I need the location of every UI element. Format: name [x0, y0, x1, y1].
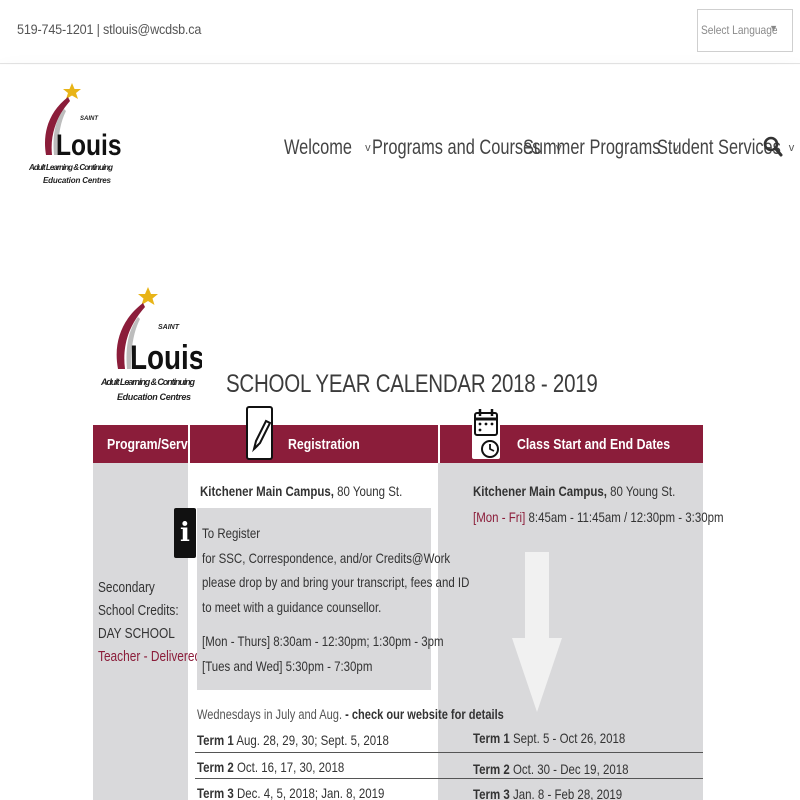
site-logo[interactable]: SAINT Louis Adult Learning & Continuing …	[28, 83, 128, 193]
pencil-icon	[246, 406, 273, 460]
term-dates: Oct. 30 - Dec 19, 2018	[509, 761, 629, 777]
top-bar: 519-745-1201 | stlouis@wcdsb.ca Select L…	[0, 0, 800, 64]
header-class-dates-label: Class Start and End Dates	[517, 436, 671, 453]
service-line-4: Teacher - Delivered	[98, 649, 202, 665]
register-hours-2: [Tues and Wed] 5:30pm - 7:30pm	[202, 657, 373, 674]
logo-tagline-2: Education Centres	[117, 392, 191, 402]
logo-saint-text: SAINT	[80, 116, 99, 122]
search-icon[interactable]	[763, 135, 783, 159]
term-label: Term 3	[473, 786, 510, 800]
site-header: SAINT Louis Adult Learning & Continuing …	[0, 65, 800, 225]
campus-name: Kitchener Main Campus,	[473, 483, 607, 499]
service-line-3: DAY SCHOOL	[98, 626, 175, 642]
nav-item-summer-programs[interactable]: Summer Programs v	[523, 136, 679, 160]
term-label: Term 1	[197, 732, 234, 748]
term-label: Term 3	[197, 785, 234, 800]
calendar-image: SAINT Louis Adult Learning & Continuing …	[0, 225, 800, 800]
term-dates: Oct. 16, 17, 30, 2018	[233, 759, 345, 775]
register-line-4: to meet with a guidance counsellor.	[202, 598, 382, 615]
term-dates: Dec. 4, 5, 2018; Jan. 8, 2019	[233, 785, 385, 800]
divider	[195, 778, 438, 779]
contact-info[interactable]: 519-745-1201 | stlouis@wcdsb.ca	[17, 21, 201, 37]
register-hours-1: [Mon - Thurs] 8:30am - 12:30pm; 1:30pm -…	[202, 633, 444, 649]
class-hours-times: 8:45am - 11:45am / 12:30pm - 3:30pm	[525, 509, 724, 525]
term-label: Term 2	[473, 761, 510, 777]
register-line-3: please drop by and bring your transcript…	[202, 574, 470, 590]
class-campus: Kitchener Main Campus, 80 Young St.	[473, 483, 675, 499]
wednesday-note-text: Wednesdays in July and Aug.	[197, 707, 343, 722]
service-line-1: Secondary	[98, 580, 155, 596]
chevron-down-icon: v	[788, 142, 795, 154]
nav-item-student-services[interactable]: Student Services v	[657, 136, 794, 160]
wednesday-note: Wednesdays in July and Aug. - check our …	[197, 707, 504, 722]
term-dates: Aug. 28, 29, 30; Sept. 5, 2018	[233, 732, 389, 748]
term-dates: Jan. 8 - Feb 28, 2019	[509, 786, 623, 800]
language-select[interactable]: Select Language ▼	[697, 9, 793, 52]
nav-label: Summer Programs	[523, 136, 661, 159]
calendar-icon	[472, 409, 500, 459]
nav-item-programs-and-courses[interactable]: Programs and Courses v	[372, 136, 561, 160]
logo-tagline-1: Adult Learning & Continuing	[28, 163, 113, 172]
term-dates: Sept. 5 - Oct 26, 2018	[509, 730, 626, 746]
calendar-logo: SAINT Louis Adult Learning & Continuing …	[100, 287, 202, 402]
wednesday-note-link: - check our website for details	[342, 707, 504, 722]
term-label: Term 2	[197, 759, 234, 775]
header-program: Program/Service	[93, 425, 205, 463]
logo-saint-text: SAINT	[158, 324, 180, 331]
reg-term-row: Term 1 Aug. 28, 29, 30; Sept. 5, 2018	[197, 732, 389, 748]
divider	[438, 752, 703, 753]
reg-term-row: Term 3 Dec. 4, 5, 2018; Jan. 8, 2019	[197, 785, 384, 800]
term-label: Term 1	[473, 730, 510, 746]
info-icon: i	[174, 508, 196, 558]
class-term-row: Term 1 Sept. 5 - Oct 26, 2018	[473, 730, 625, 746]
service-line-2: School Credits:	[98, 603, 179, 619]
logo-tagline-1: Adult Learning & Continuing	[100, 377, 196, 387]
logo-star-icon	[138, 287, 158, 305]
campus-name: Kitchener Main Campus,	[200, 483, 334, 499]
register-line-1: To Register	[202, 525, 261, 541]
registration-info-box: To Register for SSC, Correspondence, and…	[197, 508, 469, 690]
language-select-label: Select Language	[701, 23, 778, 37]
main-nav: Welcome v Programs and Courses v Summer …	[284, 133, 794, 163]
logo-louis-text: Louis	[56, 128, 122, 162]
registration-campus: Kitchener Main Campus, 80 Young St.	[200, 483, 402, 499]
campus-address: 80 Young St.	[333, 483, 403, 499]
nav-label: Programs and Courses	[372, 136, 541, 159]
calendar-title: SCHOOL YEAR CALENDAR 2018 - 2019	[226, 370, 598, 398]
logo-star-icon	[63, 83, 81, 99]
chevron-down-icon: v	[365, 142, 371, 154]
divider	[195, 752, 438, 753]
arrow-down-icon	[512, 552, 562, 712]
class-term-row: Term 2 Oct. 30 - Dec 19, 2018	[473, 761, 628, 777]
logo-tagline-2: Education Centres	[43, 176, 112, 185]
logo-louis-text: Louis	[130, 338, 202, 376]
nav-item-welcome[interactable]: Welcome v	[284, 136, 371, 160]
register-line-2: for SSC, Correspondence, and/or Credits@…	[202, 549, 451, 566]
header-registration: Registration	[190, 425, 438, 463]
dropdown-caret-icon: ▼	[769, 23, 778, 33]
nav-label: Welcome	[284, 136, 352, 159]
header-registration-label: Registration	[288, 436, 360, 453]
divider	[438, 778, 703, 779]
class-term-row: Term 3 Jan. 8 - Feb 28, 2019	[473, 786, 622, 800]
campus-address: 80 Young St.	[606, 483, 676, 499]
reg-term-row: Term 2 Oct. 16, 17, 30, 2018	[197, 759, 344, 775]
